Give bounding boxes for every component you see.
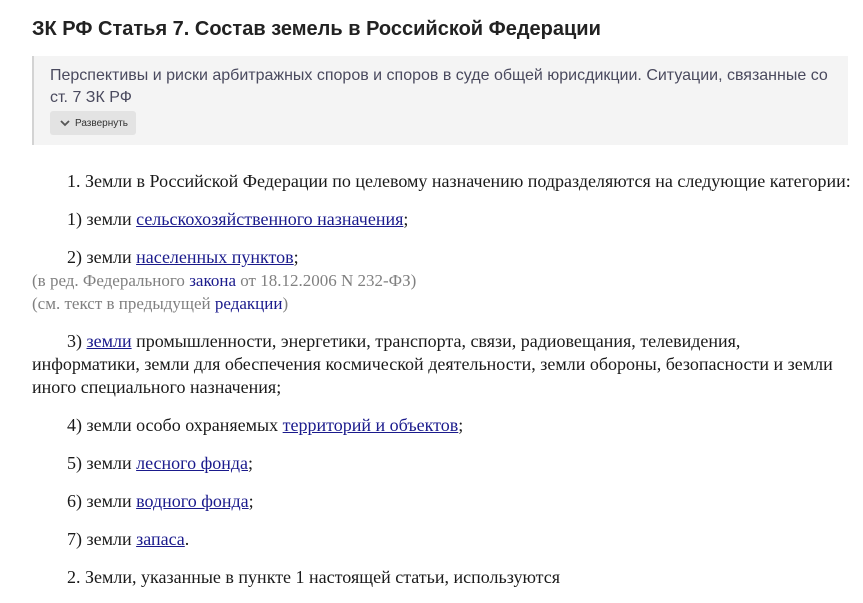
list-item-text: 3) xyxy=(67,331,87,351)
article-page: ЗК РФ Статья 7. Состав земель в Российск… xyxy=(0,0,863,603)
list-item-1: 1) земли сельскохозяйственного назначени… xyxy=(32,208,852,231)
list-item-text: 1) земли xyxy=(67,209,137,229)
list-item-suffix: ; xyxy=(403,209,409,229)
note-text: ) xyxy=(282,294,289,313)
link-water-fund[interactable]: водного фонда xyxy=(136,491,249,511)
edition-note: (в ред. Федерального закона от 18.12.200… xyxy=(32,269,852,292)
previous-edition-note: (см. текст в предыдущей редакции) xyxy=(32,292,852,315)
link-forest-fund[interactable]: лесного фонда xyxy=(136,453,248,473)
list-item-text: 4) земли особо охраняемых xyxy=(67,415,283,435)
list-item-2: 2) земли населенных пунктов; xyxy=(32,246,852,269)
link-reserve-lands[interactable]: запаса xyxy=(136,529,185,549)
chevron-down-icon xyxy=(58,116,72,130)
expand-label: Развернуть xyxy=(75,117,129,129)
list-item-4: 4) земли особо охраняемых территорий и о… xyxy=(32,414,852,437)
link-previous-edition[interactable]: редакции xyxy=(215,294,283,313)
list-item-suffix: промышленности, энергетики, транспорта, … xyxy=(32,331,833,397)
link-federal-law[interactable]: закона xyxy=(189,271,236,290)
note-text: (в ред. Федерального xyxy=(32,271,190,290)
expand-button[interactable]: Развернуть xyxy=(50,111,137,135)
link-protected-territories[interactable]: территорий и объектов xyxy=(283,415,459,435)
article-title: ЗК РФ Статья 7. Состав земель в Российск… xyxy=(32,18,601,40)
list-item-text: 2) земли xyxy=(67,247,137,267)
link-settlements[interactable]: населенных пунктов xyxy=(136,247,294,267)
list-item-3: 3) земли промышленности, энергетики, тра… xyxy=(32,330,852,399)
list-item-text: 6) земли xyxy=(67,491,137,511)
paragraph-1: 1. Земли в Российской Федерации по целев… xyxy=(67,171,851,191)
list-item-suffix: ; xyxy=(458,415,464,435)
note-text: (см. текст в предыдущей xyxy=(32,294,215,313)
list-item-text: 7) земли xyxy=(67,529,137,549)
note-text: от 18.12.2006 N 232-ФЗ) xyxy=(236,271,417,290)
list-item-6: 6) земли водного фонда; xyxy=(32,490,852,513)
list-item-suffix: ; xyxy=(248,491,254,511)
list-item-5: 5) земли лесного фонда; xyxy=(32,452,852,475)
article-body: 1. Земли в Российской Федерации по целев… xyxy=(32,170,852,603)
judicial-practice-text: Перспективы и риски арбитражных споров и… xyxy=(50,67,828,106)
link-agricultural-lands[interactable]: сельскохозяйственного назначения xyxy=(136,209,403,229)
list-item-7: 7) земли запаса. xyxy=(32,528,852,551)
judicial-practice-box: Перспективы и риски арбитражных споров и… xyxy=(32,56,848,145)
list-item-suffix: ; xyxy=(293,247,299,267)
paragraph-2: 2. Земли, указанные в пункте 1 настоящей… xyxy=(67,567,561,587)
list-item-text: 5) земли xyxy=(67,453,137,473)
list-item-suffix: . xyxy=(184,529,190,549)
list-item-suffix: ; xyxy=(248,453,254,473)
link-industrial-lands[interactable]: земли xyxy=(87,331,132,351)
